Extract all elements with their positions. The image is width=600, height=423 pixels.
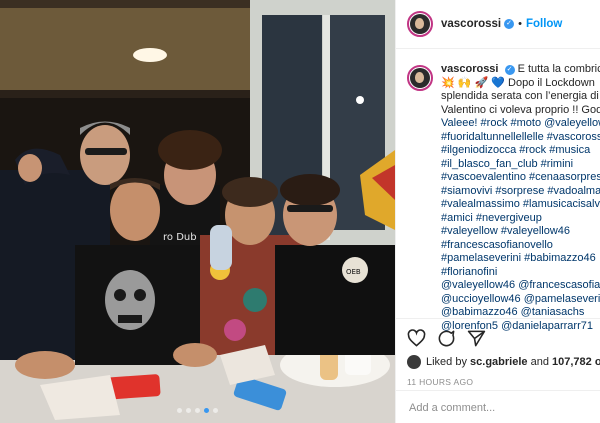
- comment-icon[interactable]: [437, 329, 456, 348]
- action-icons: [407, 327, 590, 349]
- carousel-dot[interactable]: [195, 408, 200, 413]
- carousel-dot[interactable]: [177, 408, 182, 413]
- caption-author-avatar[interactable]: [407, 65, 433, 91]
- caption-hashtag-line[interactable]: #il_blasco_fan_club #rimini: [441, 158, 600, 172]
- caption-hashtag-line[interactable]: #vascoevalentino #cenaasorpresa: [441, 171, 600, 185]
- carousel-dot[interactable]: [213, 408, 218, 413]
- post-timestamp[interactable]: 11 HOURS AGO: [407, 377, 590, 387]
- post-side-panel: vascorossi ✓ • Follow vascorossi ✓ E tut…: [395, 0, 600, 423]
- caption-comment: vascorossi ✓ E tutta la combricco 💥 🙌 🚀 …: [407, 63, 600, 331]
- caption-line: splendida serata con l’energia di: [441, 90, 599, 102]
- caption-line: Valentino ci voleva proprio !! God B: [441, 103, 600, 116]
- caption-author-username[interactable]: vascorossi: [441, 63, 498, 75]
- likes-prefix: Liked by: [426, 356, 467, 368]
- caption-line-0: vascorossi ✓ E tutta la combricco: [441, 63, 600, 77]
- caption-hashtag-line[interactable]: #amici #nevergiveup: [441, 212, 600, 226]
- caption-mention-line[interactable]: @valeyellow46 @francescasofiano: [441, 279, 600, 293]
- carousel-dots[interactable]: [0, 408, 395, 413]
- follow-button[interactable]: Follow: [526, 18, 562, 30]
- post-header: vascorossi ✓ • Follow: [396, 0, 600, 49]
- caption-hashtag-line[interactable]: #fuoridaltunnellellelle #vascorossi: [441, 131, 600, 145]
- likes-first-user[interactable]: sc.gabriele: [470, 356, 527, 368]
- caption-text: vascorossi ✓ E tutta la combricco 💥 🙌 🚀 …: [441, 63, 600, 331]
- caption-hashtag-line[interactable]: #ilgeniodizocca #rock #musica: [441, 144, 600, 158]
- author-avatar[interactable]: [407, 11, 433, 37]
- verified-icon: ✓: [504, 19, 515, 29]
- svg-text:ro Dub: ro Dub: [163, 232, 197, 243]
- share-icon[interactable]: [467, 329, 486, 348]
- header-separator: •: [518, 18, 522, 30]
- liker-avatar[interactable]: [407, 355, 421, 369]
- verified-icon: ✓: [504, 65, 515, 75]
- caption-hashtag-line[interactable]: #francescasofianovello: [441, 239, 600, 253]
- carousel-dot[interactable]: [186, 408, 191, 413]
- post-photo[interactable]: ro Dub OEB: [0, 0, 395, 423]
- caption-hashtag-line[interactable]: Valeee! #rock #moto @valeyellow4: [441, 117, 600, 131]
- likes-count[interactable]: 107,782 othe: [552, 356, 600, 368]
- caption-hashtag-line[interactable]: #valealmassimo #lamusicacisalvera: [441, 198, 600, 212]
- add-comment-input[interactable]: [407, 400, 591, 415]
- caption-line: E tutta la combricco: [517, 63, 600, 75]
- carousel-dot-active[interactable]: [204, 408, 209, 413]
- caption-mention-line[interactable]: @uccioyellow46 @pamelaseverini: [441, 293, 600, 307]
- caption-hashtag-line[interactable]: #pamelaseverini #babimazzo46: [441, 252, 600, 266]
- likes-conjunction: and: [530, 356, 549, 368]
- author-username[interactable]: vascorossi: [441, 18, 501, 30]
- caption-line: 💥 🙌 🚀 💙 Dopo il Lockdown: [441, 76, 595, 89]
- heart-icon[interactable]: [407, 328, 426, 348]
- likes-summary[interactable]: Liked by sc.gabriele and 107,782 othe: [407, 355, 600, 369]
- caption-hashtag-line[interactable]: #florianofini: [441, 266, 600, 280]
- add-comment-bar: [396, 390, 600, 423]
- photo-image: ro Dub OEB: [0, 0, 395, 423]
- caption-hashtag-line[interactable]: #valeyellow #valeyellow46: [441, 225, 600, 239]
- post-actions: Liked by sc.gabriele and 107,782 othe 11…: [396, 318, 600, 387]
- caption-area: vascorossi ✓ E tutta la combricco 💥 🙌 🚀 …: [396, 49, 600, 331]
- svg-text:OEB: OEB: [346, 268, 361, 276]
- caption-hashtag-line[interactable]: #siamovivi #sorprese #vadoalmass: [441, 185, 600, 199]
